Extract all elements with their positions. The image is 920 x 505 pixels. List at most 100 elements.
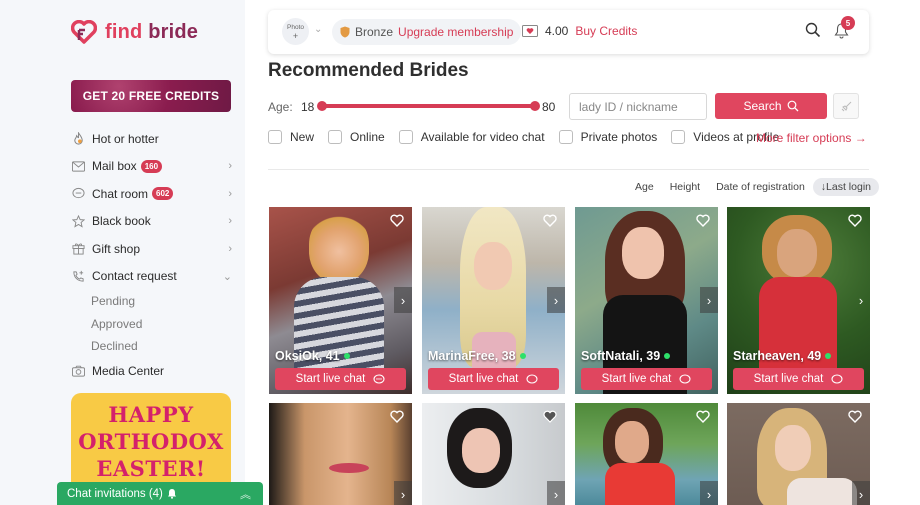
banner-line: EASTER! — [96, 456, 206, 481]
filter-private-photos[interactable]: Private photos — [558, 130, 657, 144]
sidebar-item-black-book[interactable]: Black book › — [71, 208, 236, 236]
upgrade-membership-link[interactable]: Upgrade membership — [398, 25, 513, 39]
checkbox[interactable] — [398, 130, 413, 144]
profile-photo[interactable] — [422, 207, 565, 394]
lady-id-search-input[interactable] — [569, 93, 707, 120]
checkbox[interactable] — [268, 130, 282, 144]
age-max-handle[interactable] — [530, 101, 540, 111]
profile-name-text: Starheaven, 49 — [733, 349, 822, 363]
filter-label: Available for video chat — [420, 130, 545, 144]
next-photo-arrow-icon[interactable]: › — [547, 481, 565, 505]
profile-name: OksiOk, 41 — [275, 349, 350, 363]
next-photo-arrow-icon[interactable]: › — [700, 287, 718, 313]
sidebar-subitem-declined[interactable]: Declined — [71, 335, 236, 358]
favorite-heart-icon[interactable] — [848, 214, 862, 232]
credits-ticket-icon — [522, 25, 538, 37]
next-photo-arrow-icon[interactable]: › — [852, 287, 870, 313]
favorite-heart-icon[interactable] — [390, 214, 404, 232]
next-photo-arrow-icon[interactable]: › — [394, 287, 412, 313]
start-live-chat-button[interactable]: Start live chat — [581, 368, 712, 390]
chat-bubble-icon — [679, 373, 691, 384]
bronze-shield-icon — [340, 26, 350, 38]
page-title: Recommended Brides — [268, 60, 469, 81]
checkbox[interactable] — [671, 130, 686, 144]
chat-bubble-icon — [831, 373, 843, 384]
sidebar-item-media-center[interactable]: Media Center — [71, 358, 236, 386]
profile-card[interactable]: › Starheaven, 49 Start live chat — [727, 207, 870, 394]
heart-logo-icon — [71, 20, 97, 44]
profile-name-text: SoftNatali, 39 — [581, 349, 661, 363]
sidebar-item-hot-or-hotter[interactable]: Hot or hotter — [71, 125, 236, 153]
membership-pill[interactable]: Bronze Upgrade membership — [332, 19, 522, 45]
chat-button-label: Start live chat — [753, 373, 824, 385]
filter-video-chat[interactable]: Available for video chat — [398, 130, 545, 144]
sidebar-subitem-pending[interactable]: Pending — [71, 290, 236, 313]
sort-last-login[interactable]: ↓Last login — [812, 178, 879, 196]
favorite-heart-icon[interactable] — [543, 410, 557, 428]
profile-photo[interactable] — [269, 207, 412, 394]
profile-card[interactable]: › OksiOk, 41 Start live chat — [269, 207, 412, 394]
next-photo-arrow-icon[interactable]: › — [394, 481, 412, 505]
checkbox[interactable] — [558, 130, 573, 144]
next-photo-arrow-icon[interactable]: › — [700, 481, 718, 505]
chat-button-label: Start live chat — [295, 373, 366, 385]
star-icon — [71, 214, 85, 228]
start-live-chat-button[interactable]: Start live chat — [275, 368, 406, 390]
credits-amount: 4.00 — [545, 24, 569, 38]
free-credits-button[interactable]: GET 20 FREE CREDITS — [71, 80, 231, 112]
sidebar-item-contact-request[interactable]: Contact request ⌄ — [71, 263, 236, 291]
clear-filters-button[interactable] — [833, 93, 859, 119]
sidebar-item-chat-room[interactable]: Chat room 602 › — [71, 180, 236, 208]
sidebar-item-label: Media Center — [92, 364, 165, 379]
profile-card[interactable]: › — [422, 403, 565, 505]
camera-icon — [71, 364, 85, 378]
more-filter-options-link[interactable]: More filter options → — [756, 131, 867, 145]
filter-new[interactable]: New — [268, 130, 314, 144]
favorite-heart-icon[interactable] — [390, 410, 404, 428]
age-max-value: 80 — [542, 100, 556, 114]
buy-credits-link[interactable]: Buy Credits — [575, 24, 637, 38]
age-range-slider[interactable] — [321, 104, 535, 108]
chevron-down-icon: ⌄ — [222, 270, 232, 283]
sidebar-item-label: Gift shop — [92, 241, 141, 256]
next-photo-arrow-icon[interactable]: › — [547, 287, 565, 313]
profile-card[interactable]: › — [575, 403, 718, 505]
profile-card[interactable]: › — [269, 403, 412, 505]
favorite-heart-icon[interactable] — [696, 214, 710, 232]
start-live-chat-button[interactable]: Start live chat — [428, 368, 559, 390]
search-button-label: Search — [743, 99, 782, 113]
profile-card[interactable]: › — [727, 403, 870, 505]
next-photo-arrow-icon[interactable]: › — [852, 481, 870, 505]
profile-photo[interactable] — [575, 207, 718, 394]
search-button[interactable]: Search — [715, 93, 827, 119]
online-indicator — [664, 353, 671, 359]
profile-card[interactable]: › SoftNatali, 39 Start live chat — [575, 207, 718, 394]
sidebar: find bride GET 20 FREE CREDITS Hot or ho… — [0, 0, 245, 505]
expand-up-icon[interactable]: ︽ — [240, 486, 251, 502]
profile-name: Starheaven, 49 — [733, 349, 832, 363]
chat-button-label: Start live chat — [601, 373, 672, 385]
sort-date-of-registration[interactable]: Date of registration — [708, 178, 813, 196]
age-min-handle[interactable] — [317, 101, 327, 111]
favorite-heart-icon[interactable] — [696, 410, 710, 428]
filter-online[interactable]: Online — [328, 130, 385, 144]
sidebar-item-gift-shop[interactable]: Gift shop › — [71, 235, 236, 263]
sort-age[interactable]: Age — [627, 178, 662, 196]
chevron-right-icon: › — [228, 242, 232, 255]
search-icon[interactable] — [805, 22, 821, 43]
logo[interactable]: find bride — [71, 20, 198, 44]
sidebar-subitem-approved[interactable]: Approved — [71, 313, 236, 336]
favorite-heart-icon[interactable] — [543, 214, 557, 232]
checkbox[interactable] — [328, 130, 343, 144]
chat-bubble-icon — [373, 373, 385, 384]
profile-photo[interactable] — [727, 207, 870, 394]
add-photo-button[interactable]: Photo + — [282, 18, 309, 45]
favorite-heart-icon[interactable] — [848, 410, 862, 428]
start-live-chat-button[interactable]: Start live chat — [733, 368, 864, 390]
profile-name: MarinaFree, 38 — [428, 349, 526, 363]
chat-invitations-bar[interactable]: Chat invitations (4) ︽ — [57, 482, 263, 505]
chevron-down-icon[interactable]: ⌄ — [314, 24, 322, 35]
sidebar-item-mail-box[interactable]: Mail box 160 › — [71, 153, 236, 181]
sort-height[interactable]: Height — [662, 178, 708, 196]
profile-card[interactable]: › MarinaFree, 38 Start live chat — [422, 207, 565, 394]
